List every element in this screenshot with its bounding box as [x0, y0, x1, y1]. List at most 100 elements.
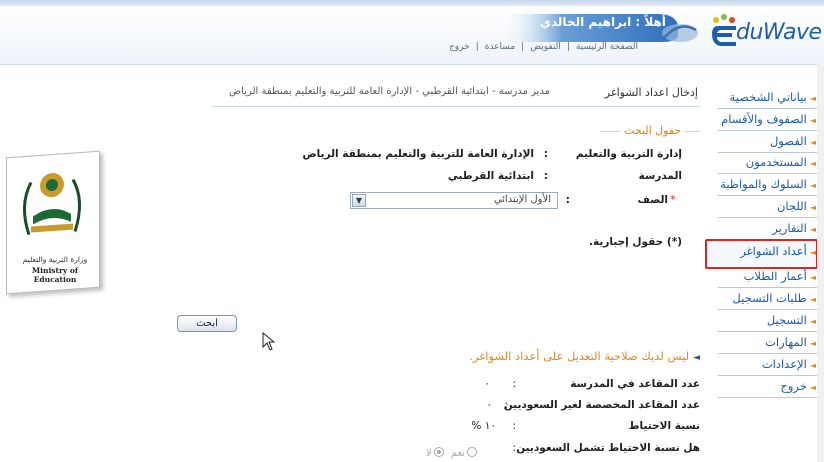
logout-link[interactable]: خروج	[449, 42, 470, 52]
label-colon: :	[512, 442, 516, 454]
label-colon: :	[565, 194, 570, 206]
sidebar-divider	[718, 397, 818, 398]
search-fields-legend: حقول البحث	[620, 124, 686, 137]
bullet-arrow-icon: ◄	[809, 339, 816, 348]
ministry-emblem-icon	[23, 173, 81, 236]
bullet-arrow-icon: ◄	[809, 203, 816, 212]
bullet-arrow-icon: ◄	[809, 295, 816, 304]
sidebar-item-label: الفصول	[770, 134, 807, 148]
sidebar-item-personal-data[interactable]: ◄بياناتي الشخصية	[730, 90, 816, 104]
sidebar-divider	[718, 287, 818, 288]
education-dept-label: إدارة التربية والتعليم	[575, 148, 682, 160]
delegation-link[interactable]: التفويض	[530, 42, 561, 52]
title-divider	[212, 106, 700, 107]
bullet-arrow-icon: ◄	[809, 138, 816, 147]
ministry-english-name: Ministry of Education	[31, 266, 79, 284]
sidebar: ◄بياناتي الشخصية ◄الصفوف والأقسام ◄الفصو…	[708, 84, 824, 414]
seats-in-school-label: عدد المقاعد في المدرسة	[570, 378, 700, 390]
sidebar-item-grades[interactable]: ◄الصفوف والأقسام	[721, 112, 816, 126]
sidebar-item-behavior[interactable]: ◄السلوك والمواظبة	[720, 177, 816, 191]
education-dept-value: الإدارة العامة للتربية والتعليم بمنطقة ا…	[302, 148, 534, 160]
sidebar-item-label: المهارات	[765, 335, 807, 349]
reserve-ratio-label: نسبة الاحتياط	[628, 420, 700, 432]
radio-yes[interactable]	[467, 446, 478, 457]
chevron-down-icon[interactable]: ▼	[352, 194, 366, 207]
radio-no-label: لا	[426, 448, 432, 459]
breadcrumb: مدير مدرسة - ابتدائية القرطبي - الإدارة …	[229, 86, 550, 97]
search-button[interactable]: ابحث	[177, 315, 237, 332]
non-saudi-seats-label: عدد المقاعد المخصصة لغير السعوديين	[503, 399, 700, 411]
label-colon: :	[543, 148, 548, 160]
sidebar-item-label: خروج	[780, 379, 807, 393]
sidebar-item-users[interactable]: ◄المستخدمون	[746, 155, 816, 169]
sidebar-divider	[718, 375, 818, 376]
bullet-arrow-icon: ◄	[809, 116, 816, 125]
sidebar-item-label: أعمار الطلاب	[743, 269, 807, 283]
notice-arrow-icon: ◄	[693, 353, 700, 363]
sidebar-item-label: التقارير	[772, 221, 807, 235]
sidebar-item-skills[interactable]: ◄المهارات	[765, 335, 816, 349]
sidebar-divider	[718, 130, 818, 131]
grade-select-value: الأول الإبتدائي	[493, 194, 551, 205]
link-separator: |	[566, 42, 570, 52]
sidebar-divider	[718, 353, 818, 354]
top-links: الصفحة الرئيسية | التفويض | مساعدة | خروج	[446, 42, 641, 52]
sidebar-item-label: التسجيل	[766, 313, 807, 327]
seats-in-school-value: ٠	[484, 378, 490, 390]
sidebar-divider	[718, 217, 818, 218]
reserve-ratio-value: ١٠ %	[471, 420, 496, 432]
sidebar-item-label: طلبات التسجيل	[732, 291, 807, 305]
bullet-arrow-icon: ◄	[809, 94, 816, 103]
radio-no[interactable]	[433, 446, 444, 457]
sidebar-item-classes[interactable]: ◄الفصول	[770, 134, 816, 148]
school-label: المدرسة	[638, 170, 682, 182]
help-link[interactable]: مساعدة	[485, 42, 515, 52]
sidebar-item-label: أعداد الشواغر	[740, 244, 807, 258]
sidebar-divider	[718, 108, 818, 109]
bullet-arrow-icon: ◄	[809, 181, 816, 190]
bullet-arrow-icon: ◄	[809, 317, 816, 326]
required-fields-note: (*) حقول إجبارية.	[589, 236, 682, 248]
link-separator: |	[521, 42, 525, 52]
welcome-text: أهلاً : ابراهيم الخالدي	[540, 15, 666, 29]
sidebar-divider	[718, 195, 818, 196]
sidebar-item-vacancies[interactable]: ◄أعداد الشواغر	[740, 244, 816, 258]
ministry-arabic-name: وزارة التربية والتعليم	[22, 255, 88, 264]
grade-label: الصف	[637, 194, 668, 206]
permission-notice: ◄ليس لديك صلاحية التعديل على أعداد الشوا…	[446, 349, 700, 363]
bullet-arrow-icon: ◄	[809, 159, 816, 168]
vertical-scrollbar[interactable]	[817, 64, 824, 462]
reserve-includes-saudis-label: هل نسبة الاحتياط تشمل السعوديين	[516, 442, 700, 454]
bullet-arrow-icon: ◄	[809, 361, 816, 370]
bullet-arrow-icon: ◄	[809, 383, 816, 392]
sidebar-item-label: السلوك والمواظبة	[720, 177, 807, 191]
sidebar-divider	[718, 173, 818, 174]
non-saudi-seats-value: ٠	[486, 399, 492, 411]
radio-yes-label: نعم	[450, 448, 466, 459]
sidebar-item-label: بياناتي الشخصية	[729, 90, 807, 104]
grade-select[interactable]: الأول الإبتدائي ▼	[350, 192, 558, 209]
sidebar-item-registration-requests[interactable]: ◄طلبات التسجيل	[732, 291, 816, 305]
globe-icon	[662, 24, 698, 42]
sidebar-item-label: اللجان	[776, 199, 807, 213]
sidebar-item-label: الصفوف والأقسام	[721, 112, 807, 126]
sidebar-item-settings[interactable]: ◄الإعدادات	[762, 357, 816, 371]
sidebar-item-reports[interactable]: ◄التقارير	[772, 221, 816, 235]
bullet-arrow-icon: ◄	[809, 225, 816, 234]
home-link[interactable]: الصفحة الرئيسية	[576, 42, 638, 52]
label-colon: :	[543, 170, 548, 182]
sidebar-divider	[718, 331, 818, 332]
sidebar-divider	[718, 152, 818, 153]
sidebar-item-registration[interactable]: ◄التسجيل	[767, 313, 816, 327]
sidebar-item-committees[interactable]: ◄اللجان	[777, 199, 816, 213]
sidebar-item-student-ages[interactable]: ◄أعمار الطلاب	[744, 269, 816, 283]
notice-text: ليس لديك صلاحية التعديل على أعداد الشواغ…	[469, 349, 690, 363]
link-separator: |	[475, 42, 479, 52]
bullet-arrow-icon: ◄	[809, 273, 816, 282]
school-value: ابتدائية القرطبي	[447, 170, 534, 182]
sidebar-item-logout[interactable]: ◄خروج	[780, 379, 816, 393]
bullet-arrow-icon: ◄	[809, 248, 816, 257]
required-asterisk: *	[670, 193, 676, 206]
label-colon: :	[504, 399, 508, 411]
sidebar-divider	[718, 309, 818, 310]
